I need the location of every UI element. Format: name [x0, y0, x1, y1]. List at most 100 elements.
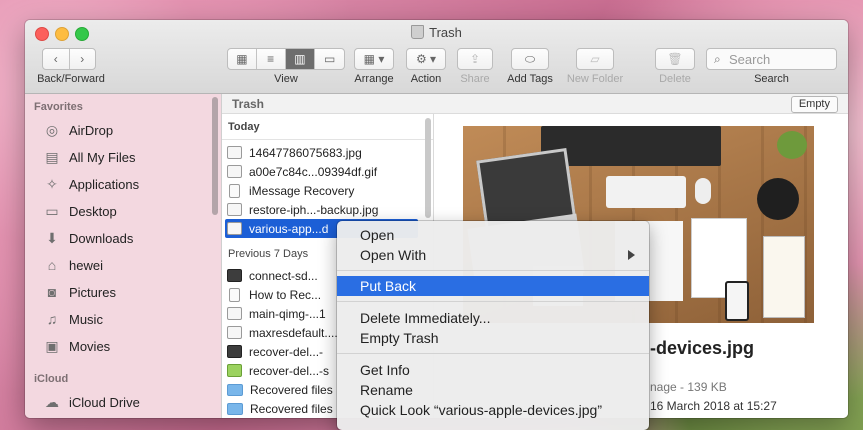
menu-separator: [337, 270, 649, 271]
menu-item-rename[interactable]: Rename: [337, 380, 649, 400]
add-tags-label: Add Tags: [507, 73, 553, 85]
forward-button[interactable]: ›: [70, 49, 96, 69]
menu-item-open-with[interactable]: Open With: [337, 245, 649, 265]
menu-separator: [337, 353, 649, 354]
menu-item-open[interactable]: Open: [337, 225, 649, 245]
sketchbook-shape: [763, 236, 805, 318]
sidebar: Favorites ◎ AirDrop ▤ All My Files ✧ Applic…: [25, 94, 222, 418]
cloud-icon: ☁: [45, 393, 59, 410]
icon-view-button[interactable]: ▦: [228, 49, 257, 69]
menu-item-empty-trash[interactable]: Empty Trash: [337, 328, 649, 348]
arrange-label: Arrange: [354, 73, 394, 85]
image-file-icon: [227, 165, 242, 178]
preview-file-name: -devices.jpg: [650, 338, 755, 358]
tag-icon: ⬭: [524, 51, 536, 66]
menu-item-delete-immediately[interactable]: Delete Immediately...: [337, 308, 649, 328]
phone-shape: [725, 281, 749, 321]
action-button[interactable]: ⚙ ▾: [406, 48, 446, 70]
music-icon: ♫: [46, 311, 58, 327]
arrange-button[interactable]: ▦ ▾: [354, 48, 394, 70]
view-label: View: [274, 73, 298, 85]
file-row[interactable]: restore-iph...-backup.jpg: [225, 200, 418, 219]
empty-trash-button[interactable]: Empty: [790, 96, 838, 113]
movies-icon: ▣: [45, 337, 59, 354]
image-file-icon: [227, 345, 242, 358]
path-title: Trash: [232, 97, 265, 111]
folder-icon: [227, 383, 243, 396]
applications-icon: ✧: [46, 175, 58, 192]
sidebar-item-icloud-drive[interactable]: ☁ iCloud Drive: [43, 391, 140, 413]
sidebar-item-downloads[interactable]: ⬇ Downloads: [43, 227, 133, 249]
trash-can-icon: 🗑: [667, 52, 683, 66]
image-file-icon: [227, 364, 242, 377]
sidebar-item-home[interactable]: ⌂ hewei: [43, 254, 103, 276]
icloud-heading: iCloud: [34, 373, 69, 385]
back-button[interactable]: ‹: [43, 49, 70, 69]
share-button[interactable]: ⇪: [457, 48, 493, 70]
menu-separator: [337, 301, 649, 302]
new-folder-label: New Folder: [566, 73, 624, 85]
gear-icon: ⚙ ▾: [415, 52, 437, 66]
view-control[interactable]: ▦ ≡ ▥ ▭: [227, 48, 345, 70]
action-label: Action: [410, 73, 442, 85]
share-icon: ⇪: [469, 52, 481, 66]
divider: [222, 139, 433, 140]
today-heading: Today: [228, 121, 260, 133]
camera-icon: ◙: [47, 284, 57, 300]
path-bar: Trash Empty: [222, 94, 848, 114]
desktop-icon: ▭: [45, 202, 59, 219]
search-label: Search: [754, 73, 789, 85]
submenu-arrow-icon: [628, 250, 635, 260]
new-folder-button[interactable]: ▱: [576, 48, 614, 70]
image-file-icon: [227, 326, 242, 339]
sidebar-scrollbar[interactable]: [212, 97, 218, 215]
menu-item-quick-look[interactable]: Quick Look “various-apple-devices.jpg”: [337, 400, 649, 420]
search-field[interactable]: ⌕ Search: [706, 48, 837, 70]
preview-kind-size: nage - 139 KB: [650, 380, 727, 394]
sidebar-item-applications[interactable]: ✧ Applications: [43, 173, 139, 195]
document-icon: [229, 287, 240, 302]
list-view-button[interactable]: ≡: [257, 49, 286, 69]
keyboard-shape: [606, 176, 686, 208]
menu-item-get-info[interactable]: Get Info: [337, 360, 649, 380]
folder-icon: [227, 402, 243, 415]
new-folder-icon: ▱: [590, 52, 600, 66]
airdrop-icon: ◎: [45, 121, 59, 138]
sidebar-item-pictures[interactable]: ◙ Pictures: [43, 281, 116, 303]
image-file-icon: [227, 269, 242, 282]
share-label: Share: [460, 73, 490, 85]
previous-7-days-heading: Previous 7 Days: [228, 248, 309, 260]
plant-shape: [777, 131, 807, 159]
preview-date: 16 March 2018 at 15:27: [650, 399, 777, 413]
favorites-heading: Favorites: [34, 101, 83, 113]
file-row[interactable]: a00e7c84c...09394df.gif: [225, 162, 418, 181]
arrange-icon: ▦ ▾: [363, 52, 385, 66]
image-file-icon: [227, 203, 242, 216]
column-view-button[interactable]: ▥: [285, 49, 316, 69]
file-column-scrollbar[interactable]: [425, 118, 431, 218]
add-tags-button[interactable]: ⬭: [511, 48, 549, 70]
context-menu: Open Open With Put Back Delete Immediate…: [337, 221, 649, 430]
sidebar-item-desktop[interactable]: ▭ Desktop: [43, 200, 116, 222]
delete-label: Delete: [659, 73, 691, 85]
back-forward-label: Back/Forward: [37, 73, 105, 85]
image-file-icon: [227, 307, 242, 320]
toolbar: Trash ‹ › Back/Forward ▦ ≡ ▥ ▭ View ▦ ▾ …: [25, 20, 848, 94]
window-title: Trash: [25, 25, 848, 40]
home-icon: ⌂: [47, 257, 57, 273]
menu-item-put-back[interactable]: Put Back: [337, 276, 649, 296]
document-icon: [229, 183, 240, 198]
back-forward-control[interactable]: ‹ ›: [42, 48, 96, 70]
camera-lens-shape: [757, 178, 799, 220]
file-row[interactable]: 14647786075683.jpg: [225, 143, 418, 162]
search-placeholder: Search: [729, 51, 771, 67]
sidebar-item-music[interactable]: ♫ Music: [43, 308, 103, 330]
all-files-icon: ▤: [45, 148, 59, 165]
sidebar-item-movies[interactable]: ▣ Movies: [43, 335, 110, 357]
image-file-icon: [227, 146, 242, 159]
sidebar-item-all-my-files[interactable]: ▤ All My Files: [43, 146, 135, 168]
cover-flow-button[interactable]: ▭: [315, 49, 344, 69]
file-row[interactable]: iMessage Recovery: [225, 181, 418, 200]
delete-button[interactable]: 🗑: [655, 48, 695, 70]
sidebar-item-airdrop[interactable]: ◎ AirDrop: [43, 119, 113, 141]
